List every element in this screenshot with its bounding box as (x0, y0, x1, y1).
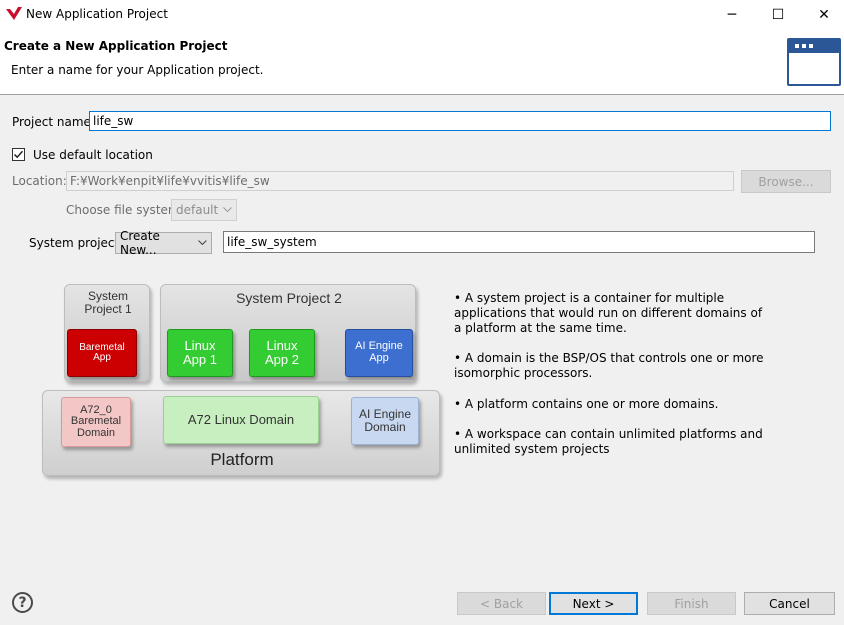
close-button[interactable]: ✕ (801, 0, 844, 29)
finish-button[interactable]: Finish (647, 592, 736, 615)
system-project-label: System project: (29, 236, 124, 250)
location-label: Location: (12, 174, 67, 188)
header-banner: Create a New Application Project Enter a… (0, 29, 844, 95)
maximize-button[interactable]: ☐ (755, 0, 801, 29)
system-project-2-panel: System Project 2 Linux App 1 Linux App 2… (160, 284, 416, 382)
project-name-input[interactable] (89, 111, 831, 131)
platform-panel: A72_0 Baremetal Domain A72 Linux Domain … (42, 390, 440, 476)
file-system-value: default (176, 203, 219, 217)
bullet-system-project: • A system project is a container for mu… (454, 291, 763, 335)
ai-engine-app-chip: AI Engine App (345, 329, 413, 377)
bullet-workspace: • A workspace can contain unlimited plat… (454, 427, 763, 456)
a72-baremetal-domain-chip: A72_0 Baremetal Domain (61, 397, 131, 447)
platform-diagram: System Project 1 Baremetal App System Pr… (40, 282, 445, 480)
next-button[interactable]: Next > (549, 592, 638, 615)
a72-linux-domain-chip: A72 Linux Domain (163, 396, 319, 444)
file-system-select[interactable]: default (171, 199, 237, 221)
system-project-name-input[interactable] (223, 231, 815, 253)
system-project-1-label: System Project 1 (84, 289, 132, 316)
project-name-label: Project name: (12, 115, 95, 129)
file-system-label: Choose file system: (66, 203, 184, 217)
window-icon (787, 38, 841, 86)
linux-app-1-chip: Linux App 1 (167, 329, 233, 377)
system-project-select[interactable]: Create New... (115, 229, 212, 257)
page-subtitle: Enter a name for your Application projec… (11, 63, 264, 77)
cancel-button[interactable]: Cancel (744, 592, 835, 615)
minimize-button[interactable]: ─ (709, 0, 755, 29)
location-input[interactable] (66, 171, 734, 191)
chevron-down-icon (198, 240, 207, 246)
platform-label: Platform (210, 450, 274, 470)
title-bar: New Application Project ─ ☐ ✕ (0, 0, 844, 29)
bullet-platform: • A platform contains one or more domain… (454, 397, 719, 411)
system-project-2-label: System Project 2 (236, 289, 342, 306)
bullet-domain: • A domain is the BSP/OS that controls o… (454, 351, 764, 380)
checkmark-icon (13, 150, 24, 159)
system-project-select-value: Create New... (120, 229, 160, 257)
browse-button[interactable]: Browse... (741, 170, 831, 193)
baremetal-app-chip: Baremetal App (67, 329, 137, 377)
use-default-location-label: Use default location (33, 148, 153, 162)
help-icon[interactable]: ? (12, 592, 33, 613)
page-title: Create a New Application Project (4, 39, 228, 53)
back-button[interactable]: < Back (457, 592, 546, 615)
ai-engine-domain-chip: AI Engine Domain (351, 397, 419, 445)
vitis-logo-icon (6, 7, 22, 20)
use-default-location-checkbox[interactable] (12, 148, 25, 161)
chevron-down-icon (223, 207, 232, 213)
window-title: New Application Project (26, 7, 168, 21)
system-project-1-panel: System Project 1 Baremetal App (64, 284, 150, 382)
linux-app-2-chip: Linux App 2 (249, 329, 315, 377)
